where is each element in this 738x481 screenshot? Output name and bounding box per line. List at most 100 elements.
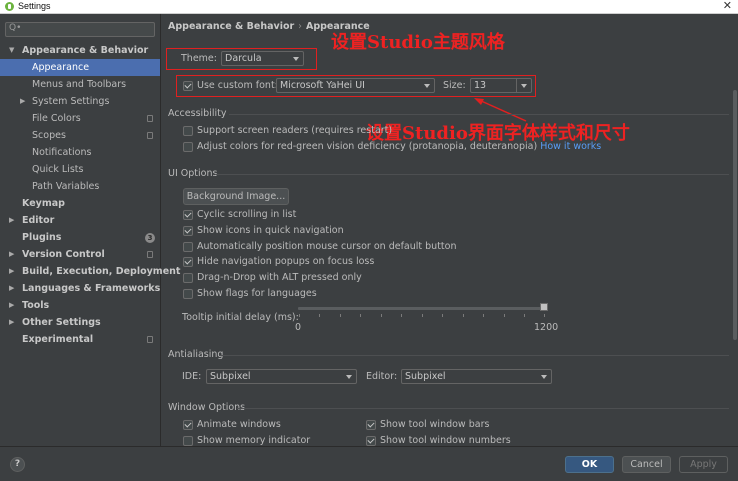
chevron-right-icon[interactable]: ▶: [9, 246, 14, 263]
language-flags-label: Show flags for languages: [197, 288, 317, 299]
sidebar-item-build-execution[interactable]: ▶ Build, Execution, Deployment: [0, 263, 180, 280]
chevron-right-icon[interactable]: ▶: [9, 297, 14, 314]
slider-tick: [524, 314, 525, 317]
slider-tick: [504, 314, 505, 317]
sidebar-item-notifications[interactable]: Notifications: [0, 144, 160, 161]
sidebar-item-other-settings[interactable]: ▶ Other Settings: [0, 314, 160, 331]
hide-nav-popups-label: Hide navigation popups on focus loss: [197, 256, 375, 267]
screen-readers-label: Support screen readers (requires restart…: [197, 125, 393, 136]
font-family-select[interactable]: Microsoft YaHei UI: [276, 78, 435, 93]
editor-antialiasing-select[interactable]: Subpixel: [401, 369, 552, 384]
sidebar-item-appearance[interactable]: Appearance: [0, 59, 160, 76]
chevron-right-icon[interactable]: ▶: [9, 280, 14, 297]
chevron-down-icon[interactable]: ▼: [9, 42, 14, 59]
color-deficiency-checkbox[interactable]: [183, 142, 193, 152]
sidebar-item-plugins[interactable]: Plugins 3: [0, 229, 160, 246]
color-deficiency-label: Adjust colors for red-green vision defic…: [197, 141, 601, 152]
chevron-right-icon[interactable]: ▶: [9, 263, 14, 280]
auto-mouse-position-checkbox[interactable]: [183, 242, 193, 252]
theme-select[interactable]: Darcula: [221, 51, 304, 66]
custom-font-checkbox[interactable]: [183, 81, 193, 91]
antialiasing-section-title: Antialiasing: [168, 349, 224, 360]
dialog-footer: ? OK Cancel Apply: [0, 446, 738, 481]
sidebar-item-scopes[interactable]: Scopes: [0, 127, 160, 144]
ui-options-section-title: UI Options: [168, 168, 218, 179]
settings-search-input[interactable]: Q•: [5, 22, 155, 37]
window-titlebar: Settings ✕: [0, 0, 738, 14]
sidebar-item-label: Keymap: [22, 198, 65, 209]
copy-icon: [147, 115, 153, 122]
sidebar-item-tools[interactable]: ▶ Tools: [0, 297, 160, 314]
slider-tick: [299, 314, 300, 317]
sidebar-item-editor[interactable]: ▶ Editor: [0, 212, 160, 229]
window-options-section-title: Window Options: [168, 402, 246, 413]
sidebar-item-appearance-behavior[interactable]: ▼ Appearance & Behavior: [0, 42, 160, 59]
theme-annotation: 设置Studio主题风格: [331, 32, 505, 53]
ok-button[interactable]: OK: [565, 456, 614, 473]
section-divider: [237, 408, 729, 409]
drag-n-drop-alt-checkbox[interactable]: [183, 273, 193, 283]
close-icon[interactable]: ✕: [723, 0, 732, 12]
annotation-arrow-line: [478, 99, 527, 122]
cyclic-scrolling-label: Cyclic scrolling in list: [197, 209, 297, 220]
animate-windows-checkbox[interactable]: [183, 420, 193, 430]
sidebar-item-path-variables[interactable]: Path Variables: [0, 178, 160, 195]
screen-readers-checkbox[interactable]: [183, 126, 193, 136]
slider-tick: [319, 314, 320, 317]
sidebar-item-keymap[interactable]: Keymap: [0, 195, 160, 212]
color-deficiency-text: Adjust colors for red-green vision defic…: [197, 141, 538, 152]
chevron-down-icon: [293, 57, 299, 61]
chevron-right-icon[interactable]: ▶: [9, 314, 14, 331]
settings-content-panel: Appearance & Behavior › Appearance Theme: …: [161, 14, 738, 446]
combo-divider: [516, 79, 517, 92]
chevron-right-icon[interactable]: ▶: [20, 93, 25, 110]
sidebar-item-languages-frameworks[interactable]: ▶ Languages & Frameworks: [0, 280, 160, 297]
sidebar-item-menus-toolbars[interactable]: Menus and Toolbars: [0, 76, 160, 93]
tool-window-bars-checkbox[interactable]: [366, 420, 376, 430]
sidebar-item-label: Path Variables: [32, 181, 100, 192]
sidebar-item-quick-lists[interactable]: Quick Lists: [0, 161, 160, 178]
breadcrumb-parent[interactable]: Appearance & Behavior: [168, 21, 294, 32]
slider-thumb[interactable]: [540, 303, 548, 311]
tool-window-numbers-checkbox[interactable]: [366, 436, 376, 446]
sidebar-item-label: Experimental: [22, 334, 94, 345]
accessibility-section-title: Accessibility: [168, 108, 227, 119]
scrollbar-thumb[interactable]: [733, 90, 737, 340]
theme-label: Theme:: [181, 53, 217, 64]
memory-indicator-checkbox[interactable]: [183, 436, 193, 446]
copy-icon: [147, 336, 153, 343]
drag-n-drop-alt-label: Drag-n-Drop with ALT pressed only: [197, 272, 362, 283]
quick-nav-icons-checkbox[interactable]: [183, 226, 193, 236]
sidebar-item-system-settings[interactable]: ▶ System Settings: [0, 93, 160, 110]
cyclic-scrolling-checkbox[interactable]: [183, 210, 193, 220]
tool-window-bars-label: Show tool window bars: [380, 419, 490, 430]
slider-tick: [463, 314, 464, 317]
sidebar-item-label: Scopes: [32, 130, 66, 141]
sidebar-item-label: Menus and Toolbars: [32, 79, 127, 90]
ide-antialiasing-select[interactable]: Subpixel: [206, 369, 357, 384]
sidebar-item-label: Languages & Frameworks: [22, 283, 161, 294]
sidebar-item-label: Appearance & Behavior: [22, 45, 149, 56]
memory-indicator-label: Show memory indicator: [197, 435, 311, 446]
how-it-works-link[interactable]: How it works: [540, 141, 601, 152]
sidebar-item-file-colors[interactable]: File Colors: [0, 110, 160, 127]
language-flags-checkbox[interactable]: [183, 289, 193, 299]
chevron-right-icon[interactable]: ▶: [9, 212, 14, 229]
slider-tick: [442, 314, 443, 317]
hide-nav-popups-checkbox[interactable]: [183, 257, 193, 267]
search-icon: Q•: [9, 23, 22, 33]
content-scrollbar[interactable]: [732, 30, 738, 350]
chevron-down-icon[interactable]: [521, 84, 527, 88]
cancel-button[interactable]: Cancel: [622, 456, 671, 473]
font-family-value: Microsoft YaHei UI: [280, 80, 365, 91]
slider-track[interactable]: [298, 307, 545, 310]
background-image-button[interactable]: Background Image...: [183, 188, 289, 205]
tooltip-min-label: 0: [295, 322, 302, 333]
apply-button[interactable]: Apply: [679, 456, 728, 473]
font-size-label: Size:: [443, 80, 466, 91]
help-button[interactable]: ?: [10, 457, 25, 472]
sidebar-item-experimental[interactable]: Experimental: [0, 331, 160, 348]
font-size-select[interactable]: 13: [470, 78, 532, 93]
android-studio-icon: [5, 2, 14, 11]
sidebar-item-version-control[interactable]: ▶ Version Control: [0, 246, 160, 263]
